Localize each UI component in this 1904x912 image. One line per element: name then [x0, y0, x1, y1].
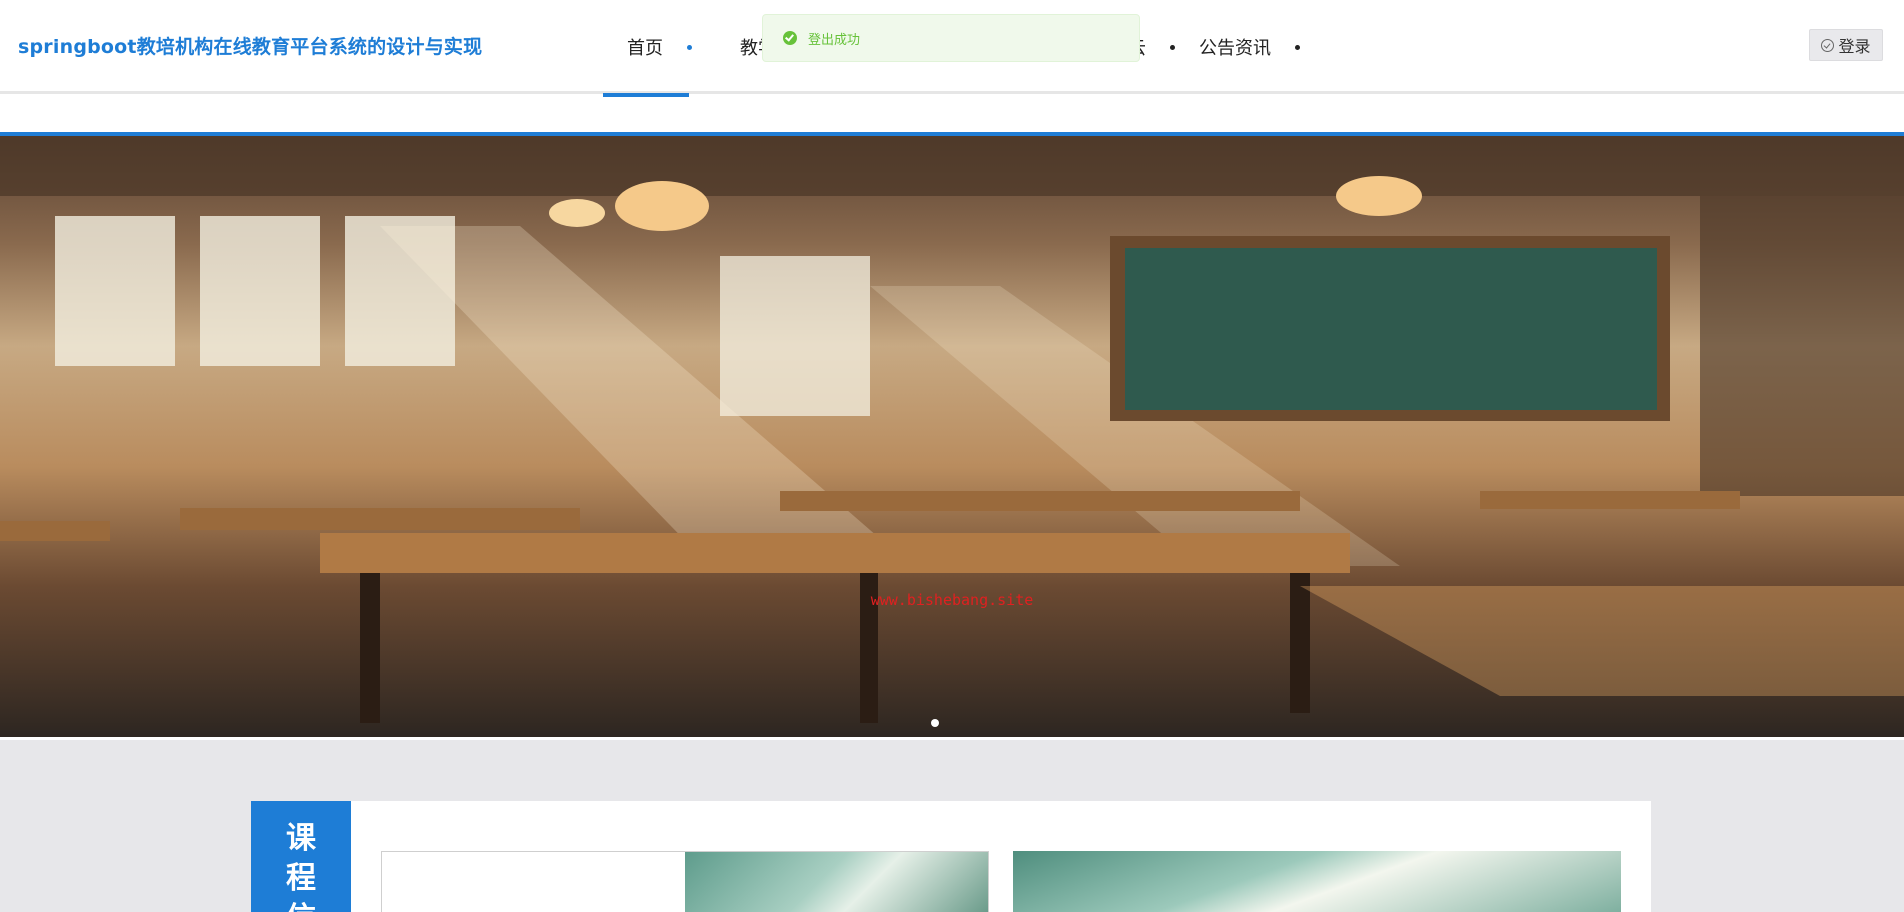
banner-carousel[interactable]: www.bishebang.site: [0, 136, 1904, 737]
toast-message: 登出成功: [762, 14, 1140, 62]
course-section-title: 课 程 信: [251, 801, 351, 912]
course-title-char: 信: [286, 899, 316, 912]
nav-dot-icon: [1170, 44, 1175, 50]
site-title[interactable]: springboot教培机构在线教育平台系统的设计与实现: [18, 32, 482, 59]
course-card[interactable]: [1013, 851, 1621, 912]
success-icon: [783, 31, 797, 45]
watermark-text: www.bishebang.site: [870, 591, 1034, 609]
course-title-char: 程: [286, 861, 316, 896]
nav-item-home[interactable]: 首页: [603, 0, 716, 97]
course-card[interactable]: [381, 851, 989, 912]
nav-item-label: 公告资讯: [1199, 38, 1271, 59]
login-button[interactable]: 登录: [1809, 29, 1883, 61]
nav-dot-icon: [687, 44, 692, 50]
toast-text: 登出成功: [808, 32, 861, 48]
check-circle-icon: [1821, 38, 1835, 52]
course-thumbnail: [685, 852, 988, 912]
nav-item-label: 首页: [627, 38, 663, 59]
classroom-image: [0, 136, 1904, 723]
carousel-indicator[interactable]: [931, 719, 939, 727]
nav-item-news[interactable]: 公告资讯: [1199, 0, 1324, 94]
login-label: 登录: [1838, 37, 1871, 56]
main-nav-right: 云 公告资讯: [1114, 0, 1324, 94]
course-title-char: 课: [286, 821, 316, 856]
nav-dot-icon: [1295, 44, 1300, 50]
